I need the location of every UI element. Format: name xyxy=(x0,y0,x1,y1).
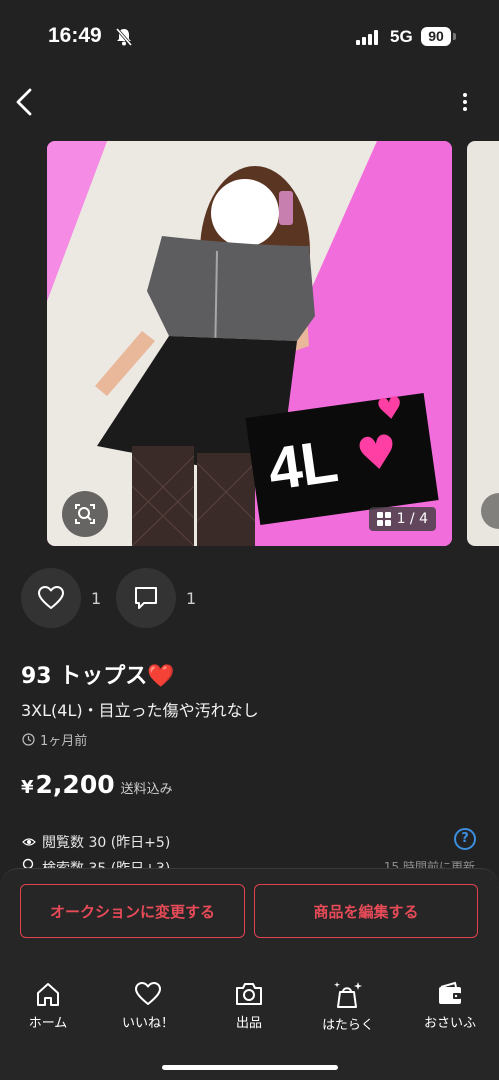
photo-counter-text: 1 / 4 xyxy=(396,511,428,527)
battery-tip xyxy=(453,33,456,40)
wallet-icon xyxy=(439,981,461,1004)
item-condition: 3XL(4L)・目立った傷や汚れなし xyxy=(21,701,259,720)
comment-count: 1 xyxy=(186,589,197,608)
view-count: 閲覧数 30 (昨日+5) xyxy=(42,835,171,851)
heart-sticker-icon: ♥ xyxy=(352,423,402,483)
tab-sell-label: 出品 xyxy=(235,1016,262,1031)
tab-work[interactable]: はたらく xyxy=(308,980,388,1033)
like-count: 1 xyxy=(91,589,102,608)
item-title: 93 トップス❤️ xyxy=(21,664,175,689)
sparkle-bag-icon xyxy=(334,982,362,1008)
signal-icon xyxy=(356,29,378,45)
status-bar: 16:49 5G 90 xyxy=(0,0,499,72)
like-button[interactable] xyxy=(21,568,81,628)
comment-button[interactable] xyxy=(116,568,176,628)
posted-time-text: 1ヶ月前 xyxy=(40,734,88,749)
photo-counter: 1 / 4 xyxy=(368,507,436,531)
image-search-icon[interactable] xyxy=(62,491,108,537)
network-type: 5G xyxy=(390,27,413,46)
tab-work-label: はたらく xyxy=(322,1018,374,1033)
home-indicator xyxy=(162,1065,338,1070)
camera-icon xyxy=(236,983,262,1005)
eye-icon xyxy=(22,838,36,846)
price-value: 2,200 xyxy=(35,770,115,799)
currency-symbol: ¥ xyxy=(21,777,34,798)
more-vertical-icon[interactable] xyxy=(455,90,475,116)
heart-icon xyxy=(135,982,161,1005)
tab-likes-label: いいね！ xyxy=(121,1016,174,1031)
clock-icon xyxy=(22,733,35,746)
gallery-icon xyxy=(376,512,391,526)
bell-muted-icon xyxy=(115,28,133,46)
change-to-auction-button[interactable]: オークションに変更する xyxy=(20,884,245,938)
clock: 16:49 xyxy=(48,24,102,47)
image-search-icon xyxy=(481,493,499,529)
heart-sticker-small-icon: ♥ xyxy=(374,390,406,429)
tab-sell[interactable]: 出品 xyxy=(209,980,289,1031)
heart-icon xyxy=(38,586,64,609)
shipping-label: 送料込み xyxy=(120,782,173,797)
help-icon[interactable]: ? xyxy=(454,828,476,850)
edit-item-button[interactable]: 商品を編集する xyxy=(254,884,478,938)
view-stats: 閲覧数 30 (昨日+5) xyxy=(22,832,170,852)
next-photo-peek[interactable] xyxy=(467,141,499,546)
price: ¥ 2,200 送料込み xyxy=(21,770,173,799)
tab-bar: ホーム いいね！ 出品 はたらく おさいふ xyxy=(0,980,499,1040)
home-icon xyxy=(37,983,59,1006)
battery-icon: 90 xyxy=(421,27,451,46)
tab-home-label: ホーム xyxy=(28,1016,68,1031)
posted-time: 1ヶ月前 xyxy=(22,730,87,749)
tab-wallet-label: おさいふ xyxy=(423,1016,476,1031)
tab-home[interactable]: ホーム xyxy=(8,980,88,1031)
comment-icon xyxy=(135,587,157,609)
chevron-left-icon[interactable] xyxy=(12,86,40,118)
product-photo[interactable]: 4L ♥ ♥ 1 / 4 xyxy=(47,141,452,546)
size-tag-text: 4L xyxy=(264,427,341,503)
tab-likes[interactable]: いいね！ xyxy=(108,980,188,1031)
tab-wallet[interactable]: おさいふ xyxy=(410,980,490,1031)
